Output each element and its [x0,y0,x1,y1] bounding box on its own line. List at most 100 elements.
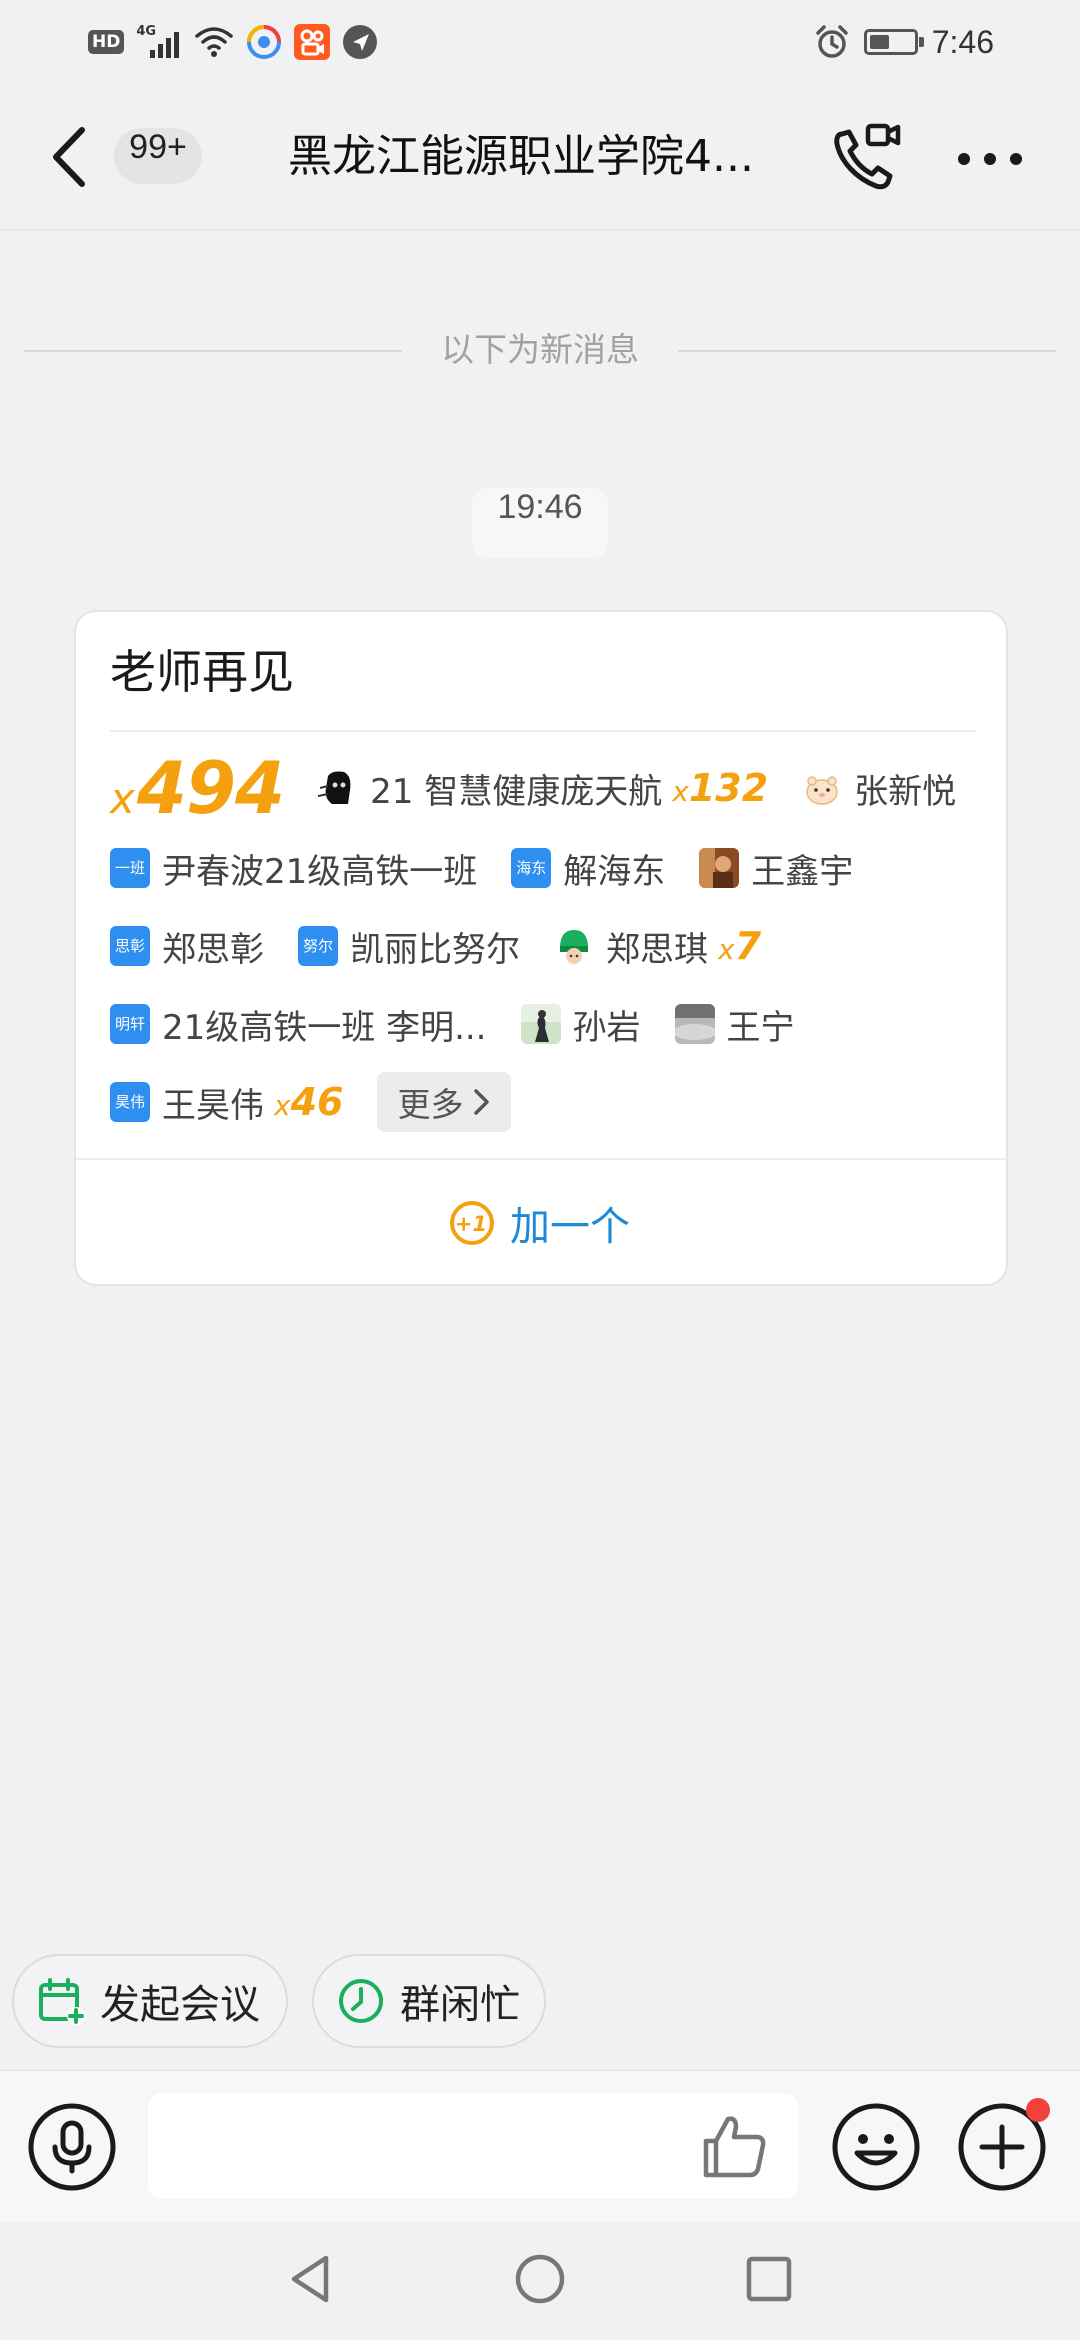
emoji-icon [832,2103,920,2191]
participant[interactable]: 海东 解海东 [511,844,665,893]
participant-name: 郑思琪 [606,929,708,970]
participant-name: 21 智慧健康庞天航 [370,771,663,812]
participant-name: 张新悦 [854,771,957,812]
participant[interactable]: 昊伟 王昊伟 x 46 [110,1078,343,1127]
status-time: 7:46 [931,23,994,60]
card-footer-divider [76,1158,1006,1160]
group-busy-status-button[interactable]: 群闲忙 [312,1954,546,2048]
clock-icon [339,1979,383,2023]
start-meeting-button[interactable]: 发起会议 [12,1954,288,2048]
svg-text:+1: +1 [455,1212,487,1236]
voice-button[interactable] [26,2101,118,2193]
plus-one-button[interactable]: +1 加一个 [448,1176,630,1270]
participant-row: x 494 21 智慧健康庞天航 x 132 张新悦 [110,746,956,830]
status-icons-right: 7:46 [814,18,994,66]
participant-name: 王鑫宇 [751,851,854,892]
participant[interactable]: 思彰 郑思彰 [110,922,264,971]
participant[interactable]: 孙岩 [520,1000,641,1049]
avatar: 海东 [511,848,552,888]
participant-name: 孙岩 [572,1007,641,1048]
relay-card[interactable]: 老师再见 x 494 21 智慧健康庞天航 x 132 张新悦 一班 尹春波21… [74,610,1008,1286]
participant-multiplier: x 132 [672,766,769,810]
participant-row: 明轩 21级高铁一班 李明... 孙岩 王宁 [110,994,795,1054]
avatar [554,926,594,966]
new-messages-divider: 以下为新消息 [24,330,1056,370]
participant-name: 郑思彰 [162,929,264,970]
location-icon [343,25,378,59]
participant[interactable]: 郑思琪 x 7 [554,922,761,971]
hd-icon: HD [88,30,125,54]
status-bar: HD 4G 7:46 [0,0,1080,84]
participant-name: 21级高铁一班 李明... [162,1007,487,1048]
participant[interactable]: 王宁 [674,1000,795,1049]
group-busy-status-label: 群闲忙 [400,1982,520,2028]
nav-back-button[interactable] [276,2244,346,2314]
participant-name: 王宁 [726,1007,795,1048]
participant-row: 昊伟 王昊伟 x 46 更多 [110,1072,512,1132]
total-count: x 494 [110,746,285,830]
avatar: 明轩 [110,1004,150,1044]
back-arrow-icon [53,127,85,187]
like-button[interactable] [696,2107,774,2185]
notification-dot [1026,2098,1050,2122]
avatar: 思彰 [110,926,150,966]
video-call-icon [834,123,901,190]
alarm-icon [815,25,848,58]
relay-card-title: 老师再见 [110,645,294,699]
participant[interactable]: 21 智慧健康庞天航 x 132 [318,764,768,813]
microphone-icon [28,2103,116,2191]
calendar-add-icon [39,1978,85,2025]
plus-one-label: 加一个 [510,1204,630,1250]
plus-one-icon: +1 [450,1201,494,1245]
more-label: 更多 [397,1085,464,1124]
avatar: 努尔 [298,926,338,966]
avatar [520,1004,561,1044]
chat-title[interactable]: 黑龙江能源职业学院4... [288,122,792,192]
message-input-bar [0,2070,1080,2222]
chat-header: 99+ 黑龙江能源职业学院4... [0,84,1080,230]
emoji-button[interactable] [830,2101,922,2193]
kuaishou-icon [294,24,331,60]
participant-multiplier: x 7 [718,924,762,968]
square-recents-icon [746,2256,792,2302]
start-meeting-label: 发起会议 [100,1982,260,2028]
signal-icon: 4G [136,24,182,60]
participant[interactable]: 张新悦 [802,764,956,813]
participant[interactable]: 一班 尹春波21级高铁一班 [110,844,477,893]
avatar [802,768,843,808]
participant-row: 一班 尹春波21级高铁一班 海东 解海东 王鑫宇 [110,838,853,898]
battery-icon [863,29,924,55]
nav-home-button[interactable] [505,2244,575,2314]
more-button[interactable] [950,124,1030,194]
participant-row: 思彰 郑思彰 努尔 凯丽比努尔 郑思琪 x 7 [110,916,761,976]
participant-name: 王昊伟 [162,1085,264,1126]
message-timestamp: 19:46 [472,488,608,558]
nav-recents-button[interactable] [734,2244,804,2314]
more-dots-icon [958,153,1022,165]
avatar [318,768,359,808]
participant-name: 凯丽比努尔 [350,929,520,970]
triangle-back-icon [291,2255,329,2303]
wifi-icon [195,27,234,57]
avatar [674,1004,715,1044]
circle-home-icon [515,2254,565,2304]
card-divider [110,730,976,732]
total-count-value: 494 [136,746,285,830]
app-notification-icon [247,25,282,59]
avatar [699,848,740,888]
avatar: 一班 [110,848,150,888]
participant-name: 解海东 [563,851,666,892]
participant[interactable]: 努尔 凯丽比努尔 [298,922,520,971]
participant[interactable]: 王鑫宇 [699,844,853,893]
unread-count-badge[interactable]: 99+ [114,128,202,184]
participant-name: 尹春波21级高铁一班 [162,851,478,892]
chevron-right-icon [474,1089,490,1115]
video-call-button[interactable] [828,120,904,196]
back-button[interactable] [44,122,104,192]
status-icons-left: HD 4G [88,22,378,62]
system-navigation-bar [0,2222,1080,2340]
participant[interactable]: 明轩 21级高铁一班 李明... [110,1000,487,1049]
thumbs-up-icon [703,2116,766,2178]
battery-level [869,35,889,49]
more-participants-button[interactable]: 更多 [377,1072,512,1132]
